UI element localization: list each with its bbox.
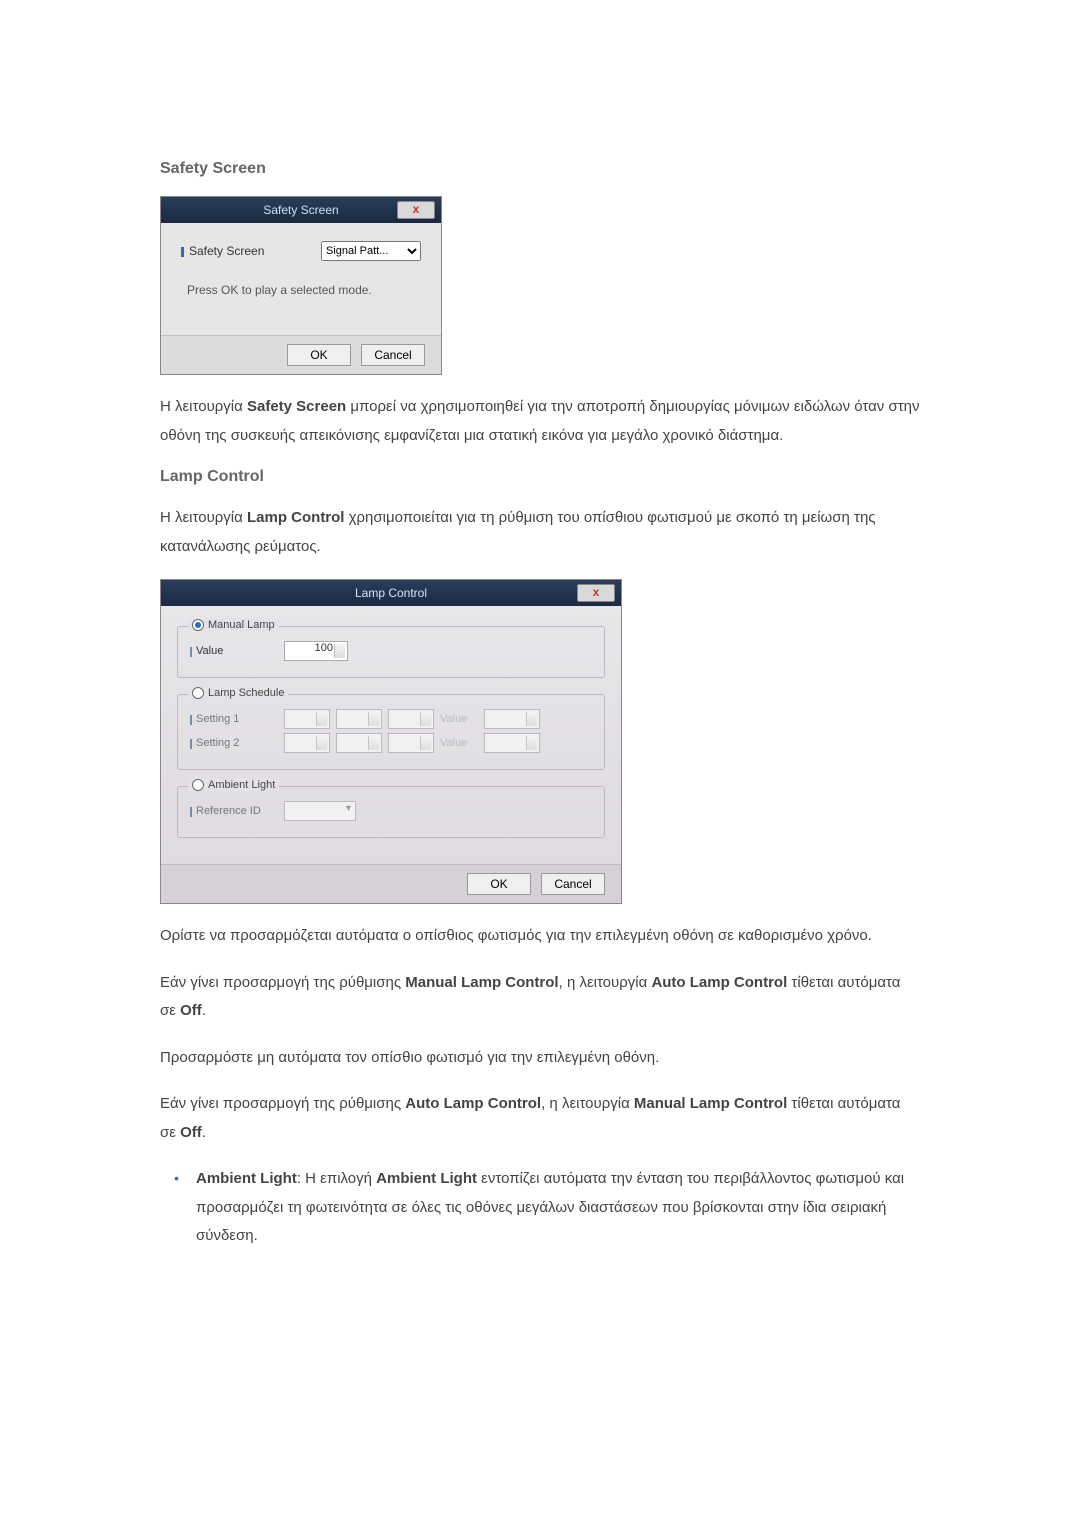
lamp-control-intro: Η λειτουργία Lamp Control χρησιμοποιείτα…	[160, 504, 920, 561]
setting2-min-stepper[interactable]	[336, 733, 382, 753]
dialog-message: Press OK to play a selected mode.	[181, 283, 421, 325]
manual-lamp-legend[interactable]: Manual Lamp	[188, 619, 279, 631]
safety-screen-paragraph: Η λειτουργία Safety Screen μπορεί να χρη…	[160, 393, 920, 450]
safety-screen-dialog: Safety Screen x Safety Screen Signal Pat…	[160, 196, 442, 375]
ok-button[interactable]: OK	[287, 344, 351, 366]
lamp-schedule-legend[interactable]: Lamp Schedule	[188, 687, 288, 699]
dialog-titlebar: Lamp Control x	[161, 580, 621, 606]
lamp-paragraph-2: Ορίστε να προσαρμόζεται αυτόματα ο οπίσθ…	[160, 922, 920, 951]
reference-id-label: Reference ID	[190, 805, 278, 817]
lamp-paragraph-5: Εάν γίνει προσαρμογή της ρύθμισης Auto L…	[160, 1090, 920, 1147]
lamp-control-dialog: Lamp Control x Manual Lamp Value 100 Lam…	[160, 579, 622, 904]
setting2-value-stepper[interactable]	[484, 733, 540, 753]
radio-icon[interactable]	[192, 687, 204, 699]
ok-button[interactable]: OK	[467, 873, 531, 895]
ambient-light-group: Ambient Light Reference ID	[177, 786, 605, 838]
lamp-schedule-group: Lamp Schedule Setting 1 Value Setting 2 …	[177, 694, 605, 770]
lamp-control-heading: Lamp Control	[160, 468, 920, 486]
ambient-light-bullet-list: Ambient Light: Η επιλογή Ambient Light ε…	[160, 1165, 920, 1251]
lamp-paragraph-4: Προσαρμόστε μη αυτόματα τον οπίσθιο φωτι…	[160, 1044, 920, 1073]
safety-screen-heading: Safety Screen	[160, 160, 920, 178]
setting2-label: Setting 2	[190, 737, 278, 749]
setting1-value-stepper[interactable]	[484, 709, 540, 729]
ambient-light-legend[interactable]: Ambient Light	[188, 779, 279, 791]
lamp-paragraph-3: Εάν γίνει προσαρμογή της ρύθμισης Manual…	[160, 969, 920, 1026]
radio-icon[interactable]	[192, 779, 204, 791]
radio-icon[interactable]	[192, 619, 204, 631]
dialog-title: Lamp Control	[355, 586, 427, 600]
setting1-min-stepper[interactable]	[336, 709, 382, 729]
dialog-title: Safety Screen	[263, 203, 338, 217]
value-text: Value	[440, 737, 478, 749]
safety-screen-select[interactable]: Signal Patt...	[321, 241, 421, 261]
safety-screen-label: Safety Screen	[181, 244, 264, 258]
cancel-button[interactable]: Cancel	[541, 873, 605, 895]
cancel-button[interactable]: Cancel	[361, 344, 425, 366]
setting1-label: Setting 1	[190, 713, 278, 725]
close-icon[interactable]: x	[397, 201, 435, 219]
setting2-ampm-stepper[interactable]	[388, 733, 434, 753]
value-text: Value	[440, 713, 478, 725]
setting1-ampm-stepper[interactable]	[388, 709, 434, 729]
setting1-hour-stepper[interactable]	[284, 709, 330, 729]
value-label: Value	[190, 645, 278, 657]
list-item: Ambient Light: Η επιλογή Ambient Light ε…	[168, 1165, 920, 1251]
setting2-hour-stepper[interactable]	[284, 733, 330, 753]
value-stepper[interactable]: 100	[284, 641, 348, 661]
close-icon[interactable]: x	[577, 584, 615, 602]
dialog-titlebar: Safety Screen x	[161, 197, 441, 223]
reference-id-select[interactable]	[284, 801, 356, 821]
manual-lamp-group: Manual Lamp Value 100	[177, 626, 605, 678]
